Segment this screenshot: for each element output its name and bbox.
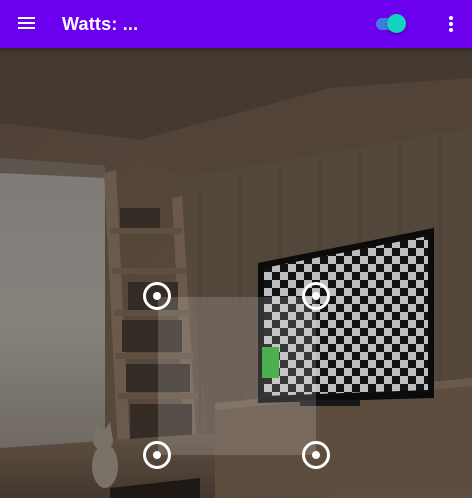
more-vertical-icon[interactable]: [442, 14, 458, 34]
power-toggle[interactable]: [376, 14, 406, 34]
toggle-thumb: [387, 14, 406, 33]
roi-handle-bottom-right[interactable]: [302, 441, 330, 469]
app-bar: Watts: ...: [0, 0, 472, 48]
app-title: Watts: ...: [62, 14, 139, 34]
roi-handle-top-left[interactable]: [143, 282, 171, 310]
roi-handle-bottom-left[interactable]: [143, 441, 171, 469]
region-of-interest[interactable]: [158, 297, 316, 455]
hamburger-menu-icon[interactable]: [18, 14, 38, 34]
detected-marker: [262, 347, 279, 378]
roi-handle-top-right[interactable]: [302, 282, 330, 310]
